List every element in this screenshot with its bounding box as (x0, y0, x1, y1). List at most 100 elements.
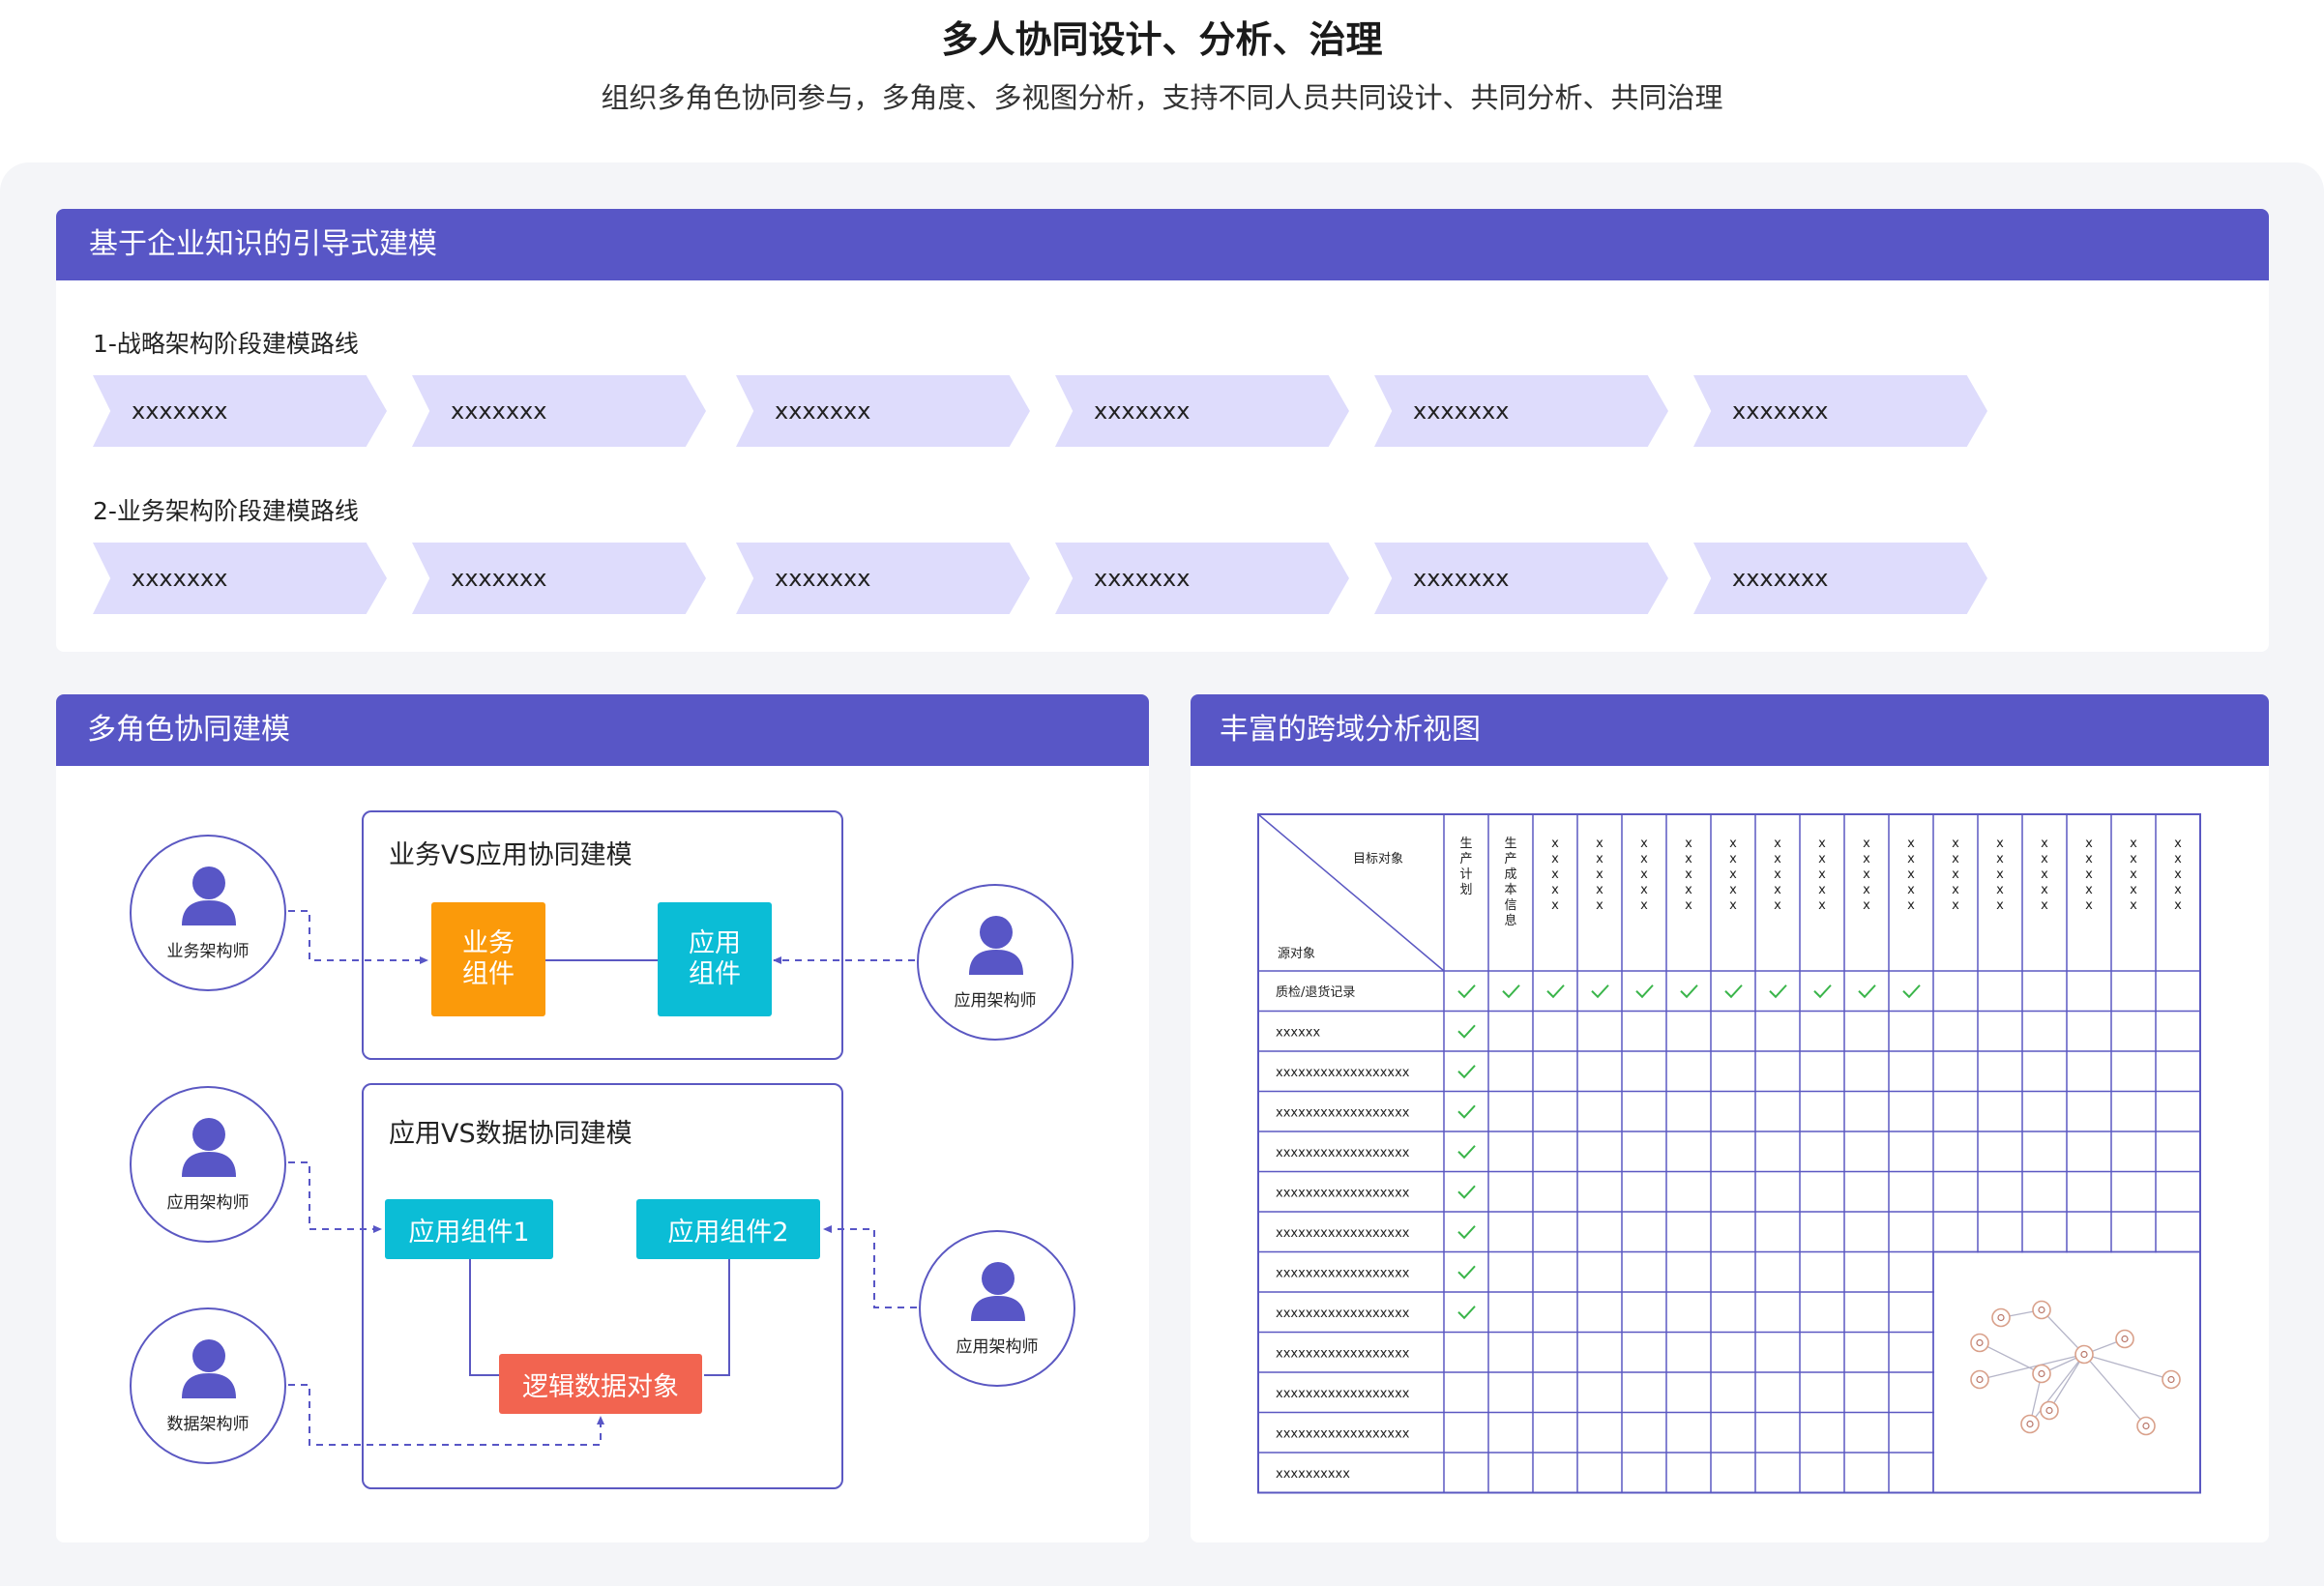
column-header-char: x (1596, 867, 1603, 882)
app-architect-3-role: 应用架构师 (919, 1230, 1075, 1387)
network-node-icon (2032, 1300, 2051, 1320)
analysis-matrix: 目标对象源对象生产计划生产成本信息xxxxxxxxxxxxxxxxxxxxxxx… (1257, 813, 2201, 1494)
column-header-char: x (1596, 898, 1603, 913)
person-icon (182, 1339, 236, 1398)
route-1-step-2: xxxxxxx (412, 375, 706, 447)
column-header-char: x (1596, 837, 1603, 851)
column-header-char: 产 (1504, 852, 1516, 866)
row-label: xxxxxxxxxxxxxxxxxx (1276, 1387, 1410, 1401)
column-header-char: x (1863, 867, 1870, 882)
column-header-char: x (1551, 837, 1559, 851)
column-header-char: x (1640, 867, 1648, 882)
row-label: xxxxxxxxxxxxxxxxxx (1276, 1146, 1410, 1160)
column-header-char: x (1774, 852, 1781, 866)
column-header-char: x (1685, 883, 1692, 897)
route-1-step-3: xxxxxxx (736, 375, 1030, 447)
column-header-char: x (1863, 852, 1870, 866)
column-header-char: x (1774, 883, 1781, 897)
row-label: xxxxxxxxxxxxxxxxxx (1276, 1307, 1410, 1321)
column-header-char: 产 (1459, 852, 1472, 866)
column-header-char: x (1907, 898, 1915, 913)
column-header-char: x (1640, 898, 1648, 913)
column-header-char: x (2085, 852, 2093, 866)
data-architect-label: 数据架构师 (166, 1415, 250, 1434)
person-icon (182, 866, 236, 925)
network-node-icon (2040, 1400, 2059, 1421)
column-header-char: x (1907, 867, 1915, 882)
route-1-step-6: xxxxxxx (1693, 375, 1987, 447)
column-header-char: x (1952, 867, 1959, 882)
column-header-char: x (1818, 852, 1826, 866)
row-label: xxxxxxxxxxxxxxxxxx (1276, 1346, 1410, 1361)
column-header-char: x (1952, 898, 1959, 913)
app-architect-2-label: 应用架构师 (166, 1193, 250, 1213)
column-header-char: x (1996, 852, 2004, 866)
network-node-icon (1970, 1369, 1989, 1390)
route-2-step-4: xxxxxxx (1055, 543, 1349, 614)
column-header-char: 划 (1459, 883, 1472, 897)
column-header-char: x (1685, 852, 1692, 866)
column-header-char: x (1729, 867, 1737, 882)
route-2-step-6: xxxxxxx (1693, 543, 1987, 614)
network-node-icon (2136, 1416, 2156, 1436)
route-2-step-2: xxxxxxx (412, 543, 706, 614)
row-label: xxxxxxxxxxxxxxxxxx (1276, 1266, 1410, 1280)
column-header-char: x (1863, 898, 1870, 913)
column-header-char: x (1551, 852, 1559, 866)
column-header-char: x (2130, 852, 2137, 866)
biz-architect-label: 业务架构师 (166, 942, 250, 961)
column-header-char: x (1863, 837, 1870, 851)
network-node-icon (2074, 1344, 2094, 1365)
corner-source-label: 源对象 (1278, 947, 1315, 961)
column-header-char: 息 (1504, 913, 1516, 928)
column-header-char: x (2174, 852, 2182, 866)
column-header-char: x (1685, 867, 1692, 882)
guided-modeling-card: 基于企业知识的引导式建模 1-战略架构阶段建模路线 2-业务架构阶段建模路线 x… (56, 209, 2269, 652)
route-2-step-1: xxxxxxx (93, 543, 387, 614)
column-header-char: 生 (1504, 837, 1516, 851)
column-header-char: 成 (1504, 867, 1516, 882)
app-architect-3-label: 应用架构师 (956, 1337, 1039, 1357)
column-header-char: x (1596, 883, 1603, 897)
guided-modeling-title: 基于企业知识的引导式建模 (56, 209, 2269, 280)
column-header-char: 计 (1459, 867, 1472, 882)
column-header-char: x (2041, 867, 2048, 882)
app-architect-3-arrow (823, 1225, 917, 1308)
route-2-step-3: xxxxxxx (736, 543, 1030, 614)
column-header-char: x (2085, 867, 2093, 882)
app-architect-2-arrow (288, 1161, 382, 1233)
column-header-char: x (1818, 837, 1826, 851)
column-header-char: x (1729, 837, 1737, 851)
logical-data-object-box: 逻辑数据对象 (499, 1354, 702, 1414)
column-header-char: x (2174, 867, 2182, 882)
column-header-char: x (1907, 852, 1915, 866)
page-subtitle: 组织多角色协同参与，多角度、多视图分析，支持不同人员共同设计、共同分析、共同治理 (601, 81, 1723, 114)
analysis-card: 丰富的跨域分析视图 目标对象 源对象生产计划生产成本信息 x x x x x x x x x x x x x… (1191, 694, 2269, 1542)
route-1-step-5: xxxxxxx (1374, 375, 1668, 447)
row-label: xxxxxxxxxxxxxxxxxx (1276, 1426, 1410, 1441)
app-architect-1-label: 应用架构师 (954, 991, 1037, 1011)
column-header-char: x (1996, 883, 2004, 897)
column-header-char: x (2130, 867, 2137, 882)
column-header-char: x (1996, 898, 2004, 913)
column-header-char: x (1952, 852, 1959, 866)
route-1-title: 1-战略架构阶段建模路线 (93, 330, 359, 358)
app-architect-1-role: 应用架构师 (917, 884, 1074, 1041)
column-header-char: x (1952, 837, 1959, 851)
column-header-char: x (1551, 883, 1559, 897)
column-header-char: x (1774, 898, 1781, 913)
column-header-char: x (2041, 852, 2048, 866)
column-header-char: x (1952, 883, 1959, 897)
column-header-char: x (1818, 867, 1826, 882)
row-label: xxxxxxxxxxxxxxxxxx (1276, 1226, 1410, 1241)
column-header-char: x (1640, 852, 1648, 866)
biz-component-box: 业务 组件 (431, 902, 545, 1016)
page-title: 多人协同设计、分析、治理 (941, 18, 1383, 61)
column-header-char: x (1551, 898, 1559, 913)
column-header-char: x (2041, 883, 2048, 897)
column-header-char: x (1685, 898, 1692, 913)
column-header-char: x (1818, 883, 1826, 897)
column-header-char: x (2041, 837, 2048, 851)
person-icon (971, 1262, 1025, 1321)
column-header-char: x (1729, 852, 1737, 866)
